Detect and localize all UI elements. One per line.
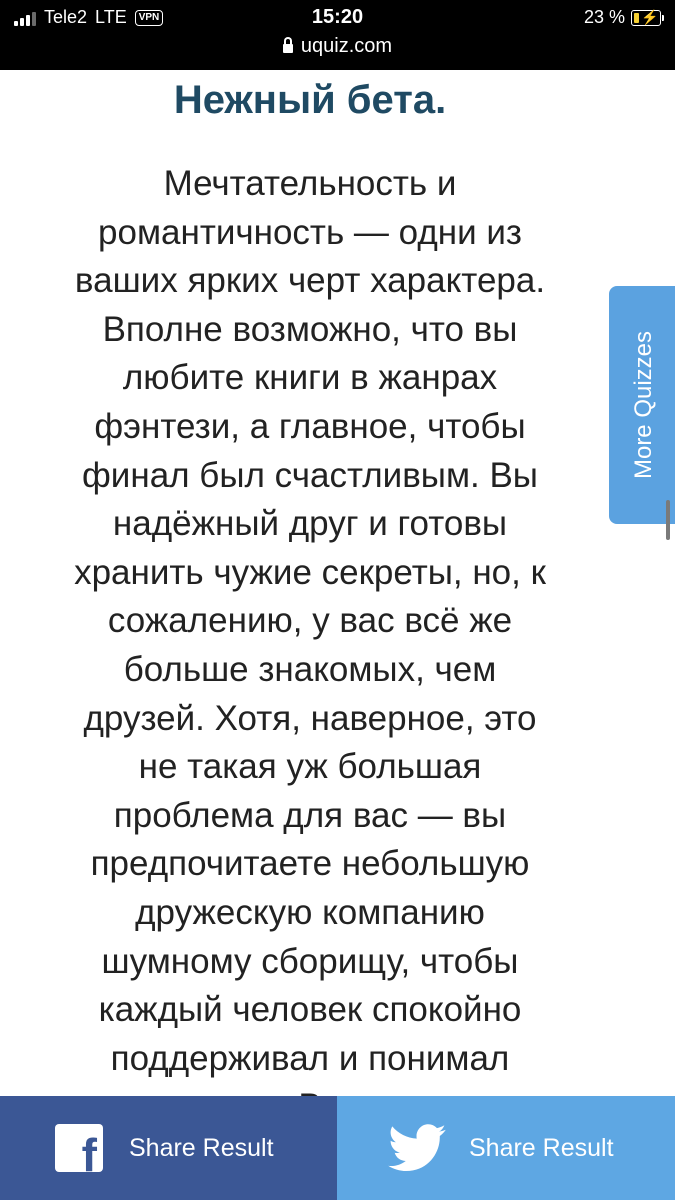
description-line: больше знакомых, чем [123, 649, 497, 689]
status-bar: Tele2 LTE VPN 15:20 uquiz.com 23 % ⚡ [0, 0, 675, 70]
address-bar[interactable]: uquiz.com [0, 35, 675, 58]
facebook-icon: f [55, 1124, 103, 1172]
share-bar: f Share Result Share Result [0, 1096, 675, 1200]
description-line: предпочитаете небольшую [90, 844, 530, 884]
more-quizzes-label: More Quizzes [630, 330, 658, 480]
description-line: хранить чужие секреты, но, к [74, 552, 546, 592]
scrollbar[interactable] [666, 500, 670, 540]
twitter-share-button[interactable]: Share Result [337, 1096, 675, 1200]
description-line: Вполне возможно, что вы [102, 309, 518, 349]
description-line: каждый человек спокойно [98, 990, 522, 1030]
description-line: финал был счастливым. Вы [82, 455, 538, 495]
description-line: Мечтательность и [163, 164, 457, 203]
status-right: 23 % ⚡ [583, 7, 664, 28]
facebook-share-button[interactable]: f Share Result [0, 1096, 337, 1200]
twitter-icon [388, 1124, 446, 1172]
description-line: фэнтези, а главное, чтобы [94, 406, 526, 446]
description-line: проблема для вас — вы [113, 795, 507, 835]
battery-percent: 23 % [583, 7, 625, 27]
more-quizzes-tab[interactable]: More Quizzes [609, 286, 675, 524]
description-line: ваших ярких черт характера. [74, 261, 546, 301]
description-line: шумному сборищу, чтобы [101, 941, 519, 981]
url-text: uquiz.com [300, 35, 393, 57]
battery-icon: ⚡ [631, 8, 664, 26]
description-line: любите книги в жанрах [122, 358, 498, 398]
description-line: поддерживал и понимал [110, 1038, 510, 1078]
description-line: романтичность — одни из [98, 212, 522, 252]
result-title: Нежный бета. [173, 78, 447, 122]
facebook-share-label: Share Result [129, 1133, 274, 1162]
description-line: не такая уж большая [138, 747, 482, 787]
twitter-share-label: Share Result [469, 1133, 614, 1162]
status-time: 15:20 [311, 6, 364, 28]
description-line: дружескую компанию [135, 892, 485, 932]
description-line: друзей. Хотя, наверное, это [83, 698, 537, 738]
description-line: надёжный друг и готовы [112, 504, 508, 544]
description-line: сожалению, у вас всё же [107, 601, 513, 641]
charging-bolt-icon: ⚡ [641, 8, 659, 25]
battery-fill [633, 12, 639, 23]
result-description: Мечтательность и романтичность — одни из в… [20, 160, 600, 1132]
lock-icon [282, 37, 293, 53]
